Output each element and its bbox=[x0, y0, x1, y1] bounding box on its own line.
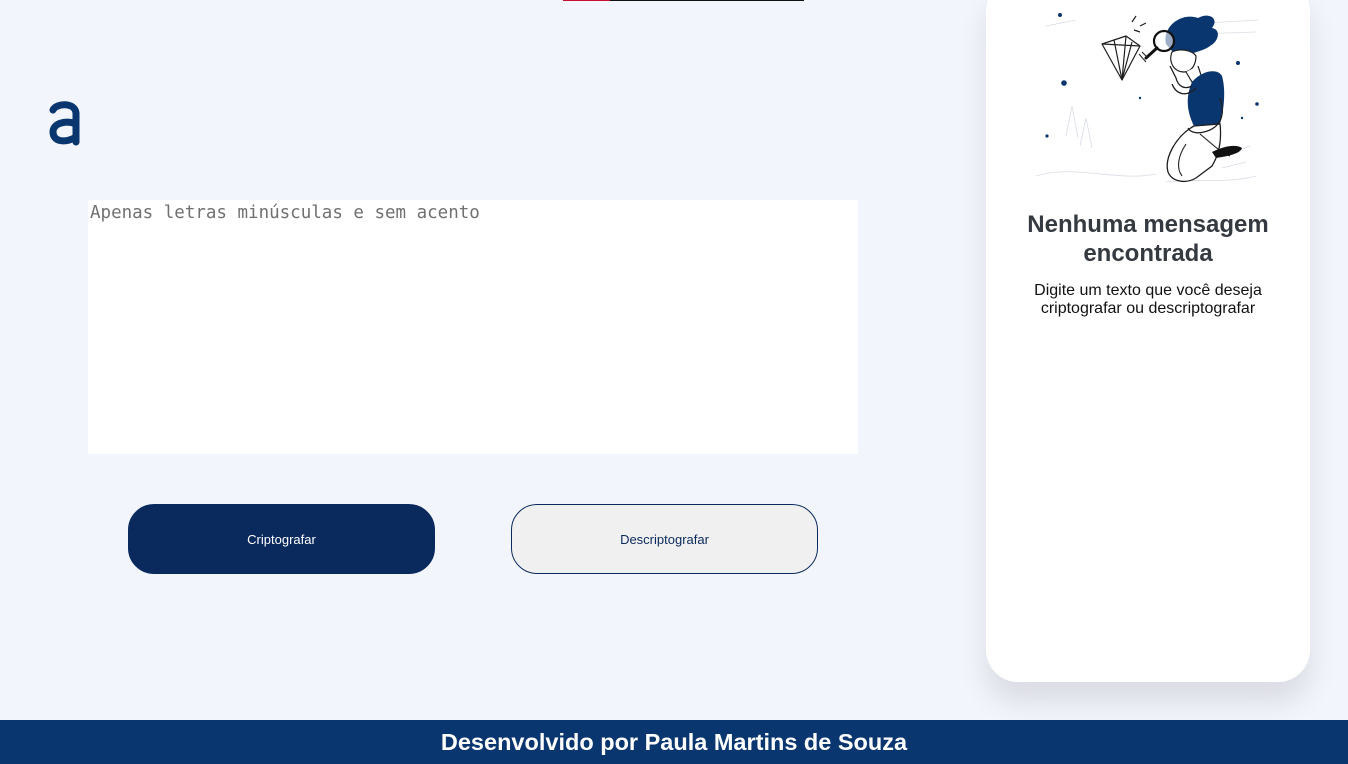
footer-credit: Desenvolvido por Paula Martins de Souza bbox=[440, 728, 908, 755]
footer: Desenvolvido por Paula Martins de Souza bbox=[0, 720, 1348, 764]
top-decorative-strip bbox=[563, 0, 804, 1]
no-message-title: Nenhuma mensagem encontrada bbox=[1027, 211, 1269, 267]
encrypt-button[interactable]: Criptografar bbox=[128, 504, 435, 574]
top-strip-accent bbox=[563, 0, 610, 1]
alura-a-logo-icon bbox=[49, 101, 80, 146]
output-panel: Nenhuma mensagem encontrada Digite um te… bbox=[986, 0, 1310, 682]
decrypt-button[interactable]: Descriptografar bbox=[511, 504, 818, 574]
person-with-magnifying-glass-illustration bbox=[1036, 13, 1259, 183]
no-message-instructions: Digite um texto que você deseja criptogr… bbox=[1034, 282, 1262, 317]
message-input[interactable] bbox=[88, 200, 858, 454]
